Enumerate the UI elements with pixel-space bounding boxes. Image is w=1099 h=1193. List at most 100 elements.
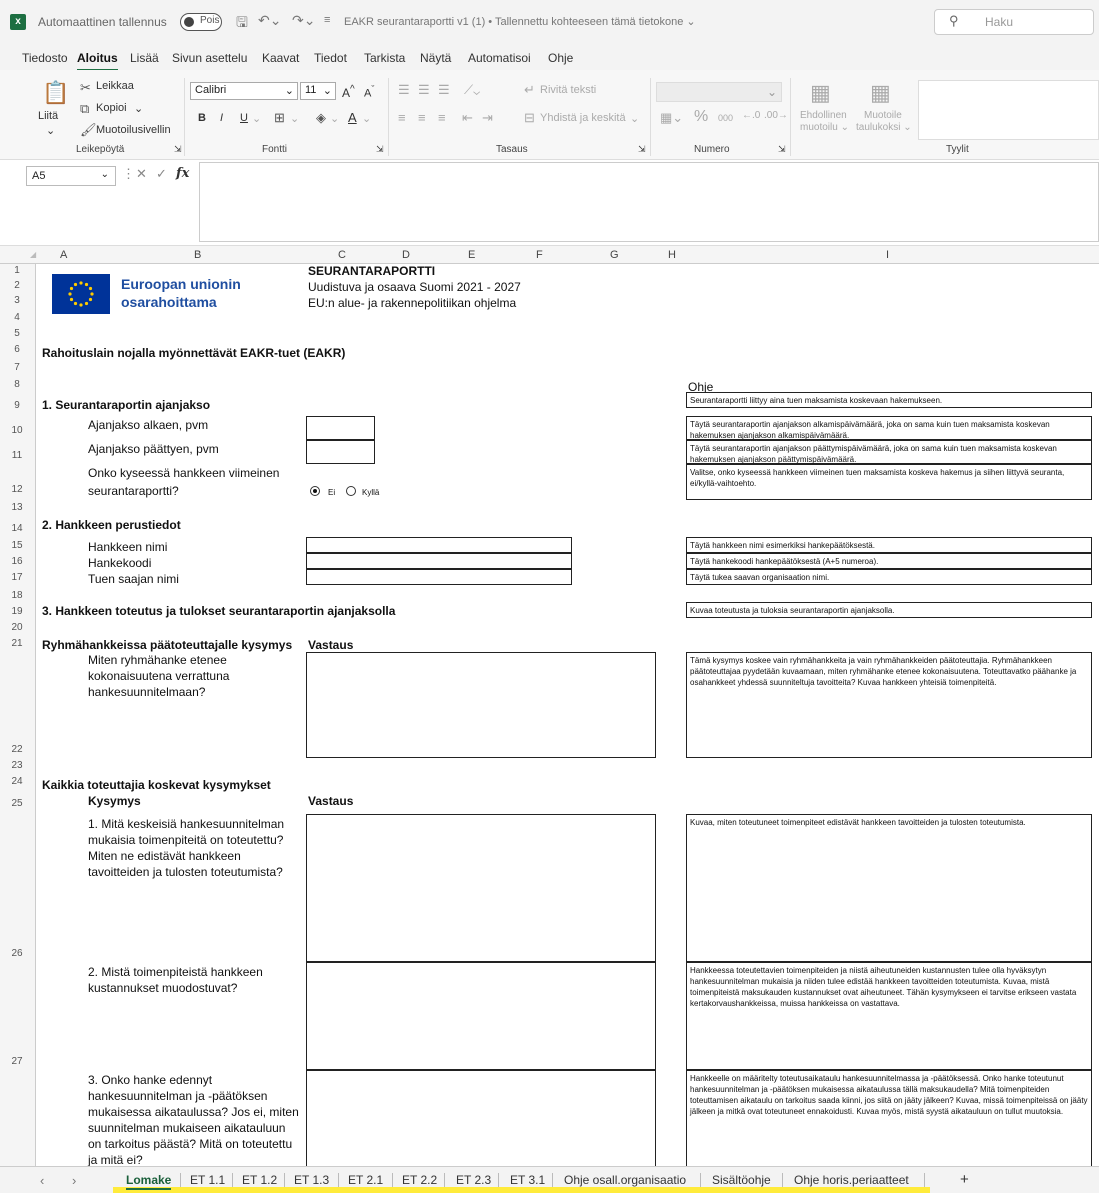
row-header[interactable]: 19	[0, 606, 34, 617]
radio-yes-label[interactable]: Kyllä	[362, 488, 379, 497]
conditional-formatting-button[interactable]: Ehdollinen	[800, 110, 847, 121]
sheet-tab-et-1-2[interactable]: ET 1.2	[242, 1170, 277, 1190]
question-column-heading[interactable]: Kysymys	[88, 794, 141, 808]
format-painter-button[interactable]: Muotoilusivellin	[96, 124, 171, 136]
sheet-tab-et-1-3[interactable]: ET 1.3	[294, 1170, 329, 1190]
alignment-launcher-icon[interactable]: ⇲	[638, 144, 646, 155]
menu-tab-sivun-asettelu[interactable]: Sivun asettelu	[172, 51, 247, 65]
last-report-question-line1[interactable]: Onko kyseessä hankkeen viimeinen	[88, 466, 279, 480]
column-header-h[interactable]: H	[668, 249, 676, 261]
underline-dropdown-icon[interactable]: ⌄	[252, 112, 261, 125]
worksheet-grid[interactable]: ◢ A B C D E F G H I 1 2 3 4 5 6 7 8 9 10…	[0, 246, 1099, 1170]
format-as-table-button-line2[interactable]: taulukoksi ⌄	[856, 122, 912, 133]
question-1-text[interactable]: 1. Mitä keskeisiä hankesuunnitelman muka…	[88, 816, 302, 880]
copy-button[interactable]: Kopioi	[96, 102, 127, 114]
section2-heading[interactable]: 2. Hankkeen perustiedot	[42, 518, 181, 532]
report-title[interactable]: SEURANTARAPORTTI	[308, 264, 435, 278]
column-header-f[interactable]: F	[536, 249, 543, 261]
group-question-heading[interactable]: Ryhmähankkeissa päätoteuttajalle kysymys	[42, 638, 292, 652]
row-header[interactable]: 15	[0, 540, 34, 551]
menu-tab-ohje[interactable]: Ohje	[548, 51, 573, 65]
program-line2[interactable]: EU:n alue- ja rakennepolitiikan ohjelma	[308, 296, 516, 310]
increase-indent-icon[interactable]: ⇥	[482, 110, 493, 126]
row-header[interactable]: 13	[0, 502, 34, 513]
answer-heading[interactable]: Vastaus	[308, 638, 353, 652]
group-answer-input[interactable]	[306, 652, 656, 758]
undo-icon[interactable]: ↶⌄	[258, 12, 281, 29]
enter-icon[interactable]: ✓	[156, 166, 167, 182]
sheet-tab-ohje-horis-periaatteet[interactable]: Ohje horis.periaatteet	[794, 1170, 909, 1190]
sheet-tab-ohje-osall-organisaatio[interactable]: Ohje osall.organisaatio	[564, 1170, 686, 1190]
help-box-row9[interactable]: Seurantaraportti liittyy aina tuen maksa…	[686, 392, 1092, 408]
borders-dropdown-icon[interactable]: ⌄	[290, 112, 299, 125]
row-header[interactable]: 16	[0, 556, 34, 567]
row-header[interactable]: 20	[0, 622, 34, 633]
number-format-select[interactable]: ⌄	[656, 82, 782, 102]
question-2-text[interactable]: 2. Mistä toimenpiteistä hankkeen kustann…	[88, 964, 288, 996]
row-header[interactable]: 8	[0, 379, 34, 390]
help-box-row19[interactable]: Kuvaa toteutusta ja tuloksia seurantarap…	[686, 602, 1092, 618]
project-code-label[interactable]: Hankekoodi	[88, 556, 151, 570]
radio-yes[interactable]	[346, 486, 356, 496]
help-box-row16[interactable]: Täytä hankekoodi hankepäätöksestä (A+5 n…	[686, 553, 1092, 569]
clipboard-launcher-icon[interactable]: ⇲	[174, 144, 182, 155]
project-name-input[interactable]	[306, 537, 572, 553]
help-box-row22[interactable]: Tämä kysymys koskee vain ryhmähankkeita …	[686, 652, 1092, 758]
row-header[interactable]: 2	[0, 280, 34, 291]
column-header-a[interactable]: A	[60, 249, 67, 261]
help-box-row26[interactable]: Kuvaa, miten toteutuneet toimenpiteet ed…	[686, 814, 1092, 962]
conditional-formatting-button-line2[interactable]: muotoilu ⌄	[800, 122, 849, 133]
align-top-icon[interactable]: ☰	[398, 82, 410, 98]
borders-icon[interactable]: ⊞	[274, 110, 285, 126]
main-heading[interactable]: Rahoituslain nojalla myönnettävät EAKR-t…	[42, 346, 345, 360]
row-header[interactable]: 3	[0, 295, 34, 306]
question-3-text[interactable]: 3. Onko hanke edennyt hankesuunnitelman …	[88, 1072, 302, 1168]
menu-tab-nayta[interactable]: Näytä	[420, 51, 451, 65]
row-header[interactable]: 27	[0, 1056, 34, 1067]
radio-no-label[interactable]: Ei	[328, 488, 335, 497]
paste-icon[interactable]: 📋	[42, 80, 69, 106]
copy-dropdown-icon[interactable]: ⌄	[134, 102, 143, 115]
help-box-row15[interactable]: Täytä hankkeen nimi esimerkiksi hankepää…	[686, 537, 1092, 553]
row-header[interactable]: 14	[0, 523, 34, 534]
paste-dropdown-icon[interactable]: ⌄	[46, 124, 55, 137]
autosave-toggle[interactable]: Pois	[180, 13, 222, 31]
row-header[interactable]: 24	[0, 776, 34, 787]
sheet-tab-lomake[interactable]: Lomake	[126, 1170, 172, 1190]
increase-decimal-icon[interactable]: ←.0	[742, 110, 760, 121]
bold-button[interactable]: B	[198, 112, 206, 124]
help-box-row10[interactable]: Täytä seurantaraportin ajanjakson alkami…	[686, 416, 1092, 440]
recipient-name-input[interactable]	[306, 569, 572, 585]
period-end-label[interactable]: Ajanjakso päättyen, pvm	[88, 442, 219, 456]
format-as-table-icon[interactable]: ▦	[870, 80, 891, 106]
fill-dropdown-icon[interactable]: ⌄	[330, 112, 339, 125]
period-start-label[interactable]: Ajanjakso alkaen, pvm	[88, 418, 208, 432]
wrap-text-icon[interactable]: ↵	[524, 82, 535, 98]
section3-heading[interactable]: 3. Hankkeen toteutus ja tulokset seurant…	[42, 604, 395, 618]
row-header[interactable]: 25	[0, 798, 34, 809]
thousands-button[interactable]: 000	[718, 113, 733, 123]
row-header[interactable]: 9	[0, 400, 34, 411]
menu-tab-aloitus[interactable]: Aloitus	[77, 51, 118, 71]
sheet-tab-et-1-1[interactable]: ET 1.1	[190, 1170, 225, 1190]
program-line1[interactable]: Uudistuva ja osaava Suomi 2021 - 2027	[308, 280, 521, 294]
font-color-dropdown-icon[interactable]: ⌄	[362, 112, 371, 125]
sheet-tab-sisaltoohje[interactable]: Sisältöohje	[712, 1170, 771, 1190]
all-questions-heading[interactable]: Kaikkia toteuttajia koskevat kysymykset	[42, 778, 271, 792]
answer-1-input[interactable]	[306, 814, 656, 962]
help-box-row11[interactable]: Täytä seurantaraportin ajanjakson päätty…	[686, 440, 1092, 464]
formula-input[interactable]	[199, 162, 1099, 242]
recipient-name-label[interactable]: Tuen saajan nimi	[88, 572, 179, 586]
save-icon[interactable]: 🖫	[236, 12, 248, 36]
menu-tab-automatisoi[interactable]: Automatisoi	[468, 51, 531, 65]
cancel-icon[interactable]: ✕	[136, 166, 147, 182]
percent-button[interactable]: %	[694, 108, 708, 126]
italic-button[interactable]: I	[220, 112, 223, 124]
cut-button[interactable]: Leikkaa	[96, 80, 134, 92]
document-title[interactable]: EAKR seurantaraportti v1 (1) • Tallennet…	[344, 15, 696, 28]
select-all-icon[interactable]: ◢	[30, 250, 36, 259]
merge-dropdown-icon[interactable]: ⌄	[630, 112, 639, 125]
last-report-question-line2[interactable]: seurantaraportti?	[88, 484, 179, 498]
answer-3-input[interactable]	[306, 1070, 656, 1170]
underline-button[interactable]: U	[240, 112, 248, 124]
